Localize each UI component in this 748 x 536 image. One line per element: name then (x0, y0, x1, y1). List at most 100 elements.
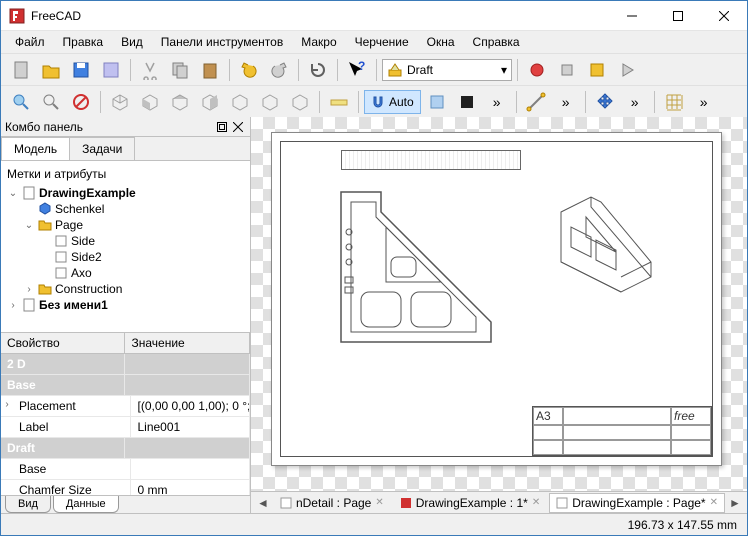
app-icon (400, 497, 412, 509)
toolbar-overflow-2[interactable]: » (552, 88, 580, 116)
toolbar-view: Auto » » » » (1, 85, 747, 117)
expand-icon[interactable]: › (7, 300, 19, 311)
panel-undock-button[interactable] (214, 119, 230, 135)
tree-item-unnamed[interactable]: › Без имени1 (3, 297, 248, 313)
prop-header-value[interactable]: Значение (125, 333, 249, 353)
tree-item-construction[interactable]: › Construction (3, 281, 248, 297)
menu-view[interactable]: Вид (113, 33, 151, 51)
drawing-page: A3free (271, 132, 722, 466)
view-rear-button[interactable] (226, 88, 254, 116)
tree-item-side[interactable]: Side (3, 233, 248, 249)
projection-top (341, 150, 521, 170)
tab-close-icon[interactable]: ✕ (710, 497, 718, 508)
snap-auto-button[interactable]: Auto (364, 90, 421, 114)
open-file-button[interactable] (37, 56, 65, 84)
toolbar-overflow-4[interactable]: » (690, 88, 718, 116)
macro-record-button[interactable] (523, 56, 551, 84)
toolbar-overflow-3[interactable]: » (621, 88, 649, 116)
tab-prop-data[interactable]: Данные (53, 496, 119, 513)
refresh-button[interactable] (304, 56, 332, 84)
undo-button[interactable] (235, 56, 263, 84)
macro-edit-button[interactable] (583, 56, 611, 84)
draft-line-button[interactable] (522, 88, 550, 116)
menu-toolbars[interactable]: Панели инструментов (153, 33, 291, 51)
prop-row-base[interactable]: Base (1, 459, 250, 480)
menu-macro[interactable]: Макро (293, 33, 344, 51)
minimize-button[interactable] (609, 1, 655, 31)
tab-tasks[interactable]: Задачи (69, 137, 135, 160)
view-top-button[interactable] (166, 88, 194, 116)
view-left-button[interactable] (286, 88, 314, 116)
draw-style-button[interactable] (67, 88, 95, 116)
view-bottom-button[interactable] (256, 88, 284, 116)
paste-button[interactable] (196, 56, 224, 84)
draft-move-button[interactable] (591, 88, 619, 116)
zoom-fit-button[interactable] (7, 88, 35, 116)
tree-item-axo[interactable]: Axo (3, 265, 248, 281)
redo-button[interactable] (265, 56, 293, 84)
copy-button[interactable] (166, 56, 194, 84)
tab-close-icon[interactable]: ✕ (375, 497, 383, 508)
tree-item-page[interactable]: ⌄ Page (3, 217, 248, 233)
drawing-viewport[interactable]: A3free (251, 117, 747, 491)
macro-stop-button[interactable] (553, 56, 581, 84)
save-as-button[interactable] (97, 56, 125, 84)
prop-header-property[interactable]: Свойство (1, 333, 125, 353)
view-isometric-button[interactable] (106, 88, 134, 116)
expand-icon[interactable]: ⌄ (7, 188, 19, 199)
menu-windows[interactable]: Окна (419, 33, 463, 51)
projection-iso (541, 182, 671, 312)
projection-front (331, 182, 511, 352)
panel-close-button[interactable] (230, 119, 246, 135)
tabs-scroll-right[interactable]: ► (727, 496, 743, 510)
macro-play-button[interactable] (613, 56, 641, 84)
view-right-button[interactable] (196, 88, 224, 116)
workbench-selector[interactable]: Draft ▾ (382, 59, 512, 81)
close-button[interactable] (701, 1, 747, 31)
save-button[interactable] (67, 56, 95, 84)
new-file-button[interactable] (7, 56, 35, 84)
doc-tab-example-3d[interactable]: DrawingExample : 1*✕ (393, 493, 547, 513)
measure-button[interactable] (325, 88, 353, 116)
view-front-button[interactable] (136, 88, 164, 116)
menu-help[interactable]: Справка (465, 33, 528, 51)
zoom-selection-button[interactable] (37, 88, 65, 116)
statusbar: 196.73 x 147.55 mm (1, 513, 747, 535)
view-icon (54, 250, 68, 264)
tabs-scroll-left[interactable]: ◄ (255, 496, 271, 510)
tree-item-root[interactable]: ⌄ DrawingExample (3, 185, 248, 201)
menu-edit[interactable]: Правка (55, 33, 112, 51)
snap-grid-button[interactable] (660, 88, 688, 116)
page-icon (280, 497, 292, 509)
view-icon (54, 234, 68, 248)
prop-row-label[interactable]: LabelLine001 (1, 417, 250, 438)
expand-icon[interactable]: › (23, 284, 35, 295)
snap-color-button[interactable] (453, 88, 481, 116)
menu-file[interactable]: Файл (7, 33, 53, 51)
expand-icon[interactable]: ⌄ (23, 220, 35, 231)
tree-item-side2[interactable]: Side2 (3, 249, 248, 265)
doc-tab-detail[interactable]: nDetail : Page✕ (273, 493, 391, 513)
combo-panel-title: Комбо панель (5, 120, 214, 134)
snap-style-button[interactable] (423, 88, 451, 116)
part-icon (38, 202, 52, 216)
tree-item-schenkel[interactable]: Schenkel (3, 201, 248, 217)
folder-icon (38, 218, 52, 232)
whats-this-button[interactable]: ? (343, 56, 371, 84)
menu-drafting[interactable]: Черчение (347, 33, 417, 51)
window-title: FreeCAD (31, 9, 609, 23)
view-icon (54, 266, 68, 280)
maximize-button[interactable] (655, 1, 701, 31)
doc-tab-example-page[interactable]: DrawingExample : Page*✕ (549, 493, 725, 513)
cut-button[interactable] (136, 56, 164, 84)
prop-row-chamfer[interactable]: Chamfer Size0 mm (1, 480, 250, 495)
titlebar: FreeCAD (1, 1, 747, 31)
tab-model[interactable]: Модель (1, 137, 70, 160)
tab-close-icon[interactable]: ✕ (532, 497, 540, 508)
app-logo-icon (9, 8, 25, 24)
tab-prop-view[interactable]: Вид (5, 496, 51, 513)
prop-row-placement[interactable]: ›Placement[(0,00 0,00 1,00); 0 °; (0 ... (1, 396, 250, 417)
toolbar-overflow-1[interactable]: » (483, 88, 511, 116)
tree-view[interactable]: Метки и атрибуты ⌄ DrawingExample Schenk… (1, 161, 250, 333)
page-icon (556, 497, 568, 509)
